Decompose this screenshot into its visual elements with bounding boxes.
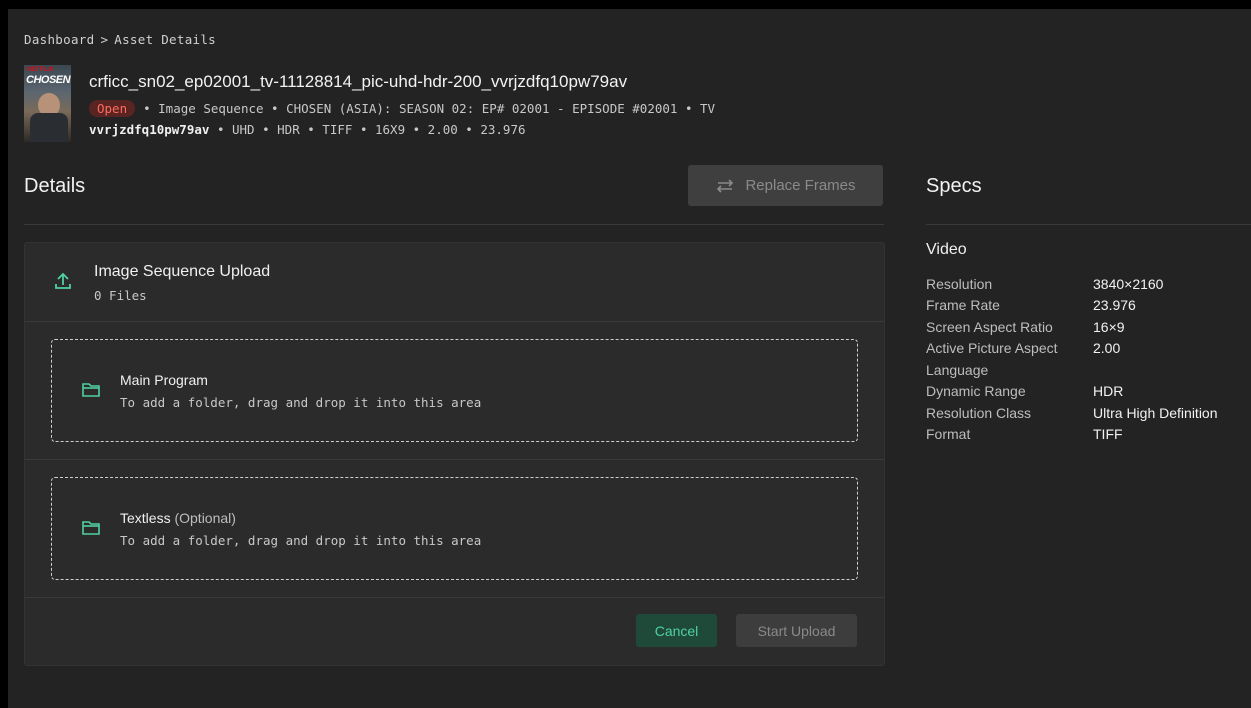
spec-label: Dynamic Range: [926, 383, 1026, 400]
spec-row-active-picture: Active Picture Aspect 2.00: [926, 338, 1218, 360]
spec-row-resolution: Resolution 3840×2160: [926, 273, 1218, 295]
app-window: Dashboard > Asset Details NETFLIX CHOSEN c…: [8, 9, 1251, 708]
textless-dropzone[interactable]: Textless (Optional) To add a folder, dra…: [51, 477, 858, 580]
spec-label: Active Picture Aspect: [926, 340, 1058, 357]
spec-value: TIFF: [1093, 426, 1123, 443]
poster-title: CHOSEN: [26, 74, 71, 86]
cancel-button[interactable]: Cancel: [636, 614, 717, 647]
spec-label: Language: [926, 361, 989, 378]
textless-title: Textless (Optional): [120, 510, 236, 526]
folder-icon: [82, 383, 100, 397]
specs-heading: Specs: [926, 175, 982, 197]
replace-frames-button[interactable]: Replace Frames: [688, 165, 883, 206]
spec-row-language: Language: [926, 359, 1218, 381]
main-program-dropzone[interactable]: Main Program To add a folder, drag and d…: [51, 339, 858, 442]
video-section-heading: Video: [926, 241, 967, 258]
upload-panel: Image Sequence Upload 0 Files Main Progr…: [24, 242, 885, 666]
spec-row-screen-aspect: Screen Aspect Ratio 16×9: [926, 316, 1218, 338]
main-program-hint: To add a folder, drag and drop it into t…: [120, 395, 482, 410]
spec-value: 16×9: [1093, 318, 1125, 335]
poster-figure-body: [30, 113, 68, 142]
upload-header: Image Sequence Upload 0 Files: [25, 243, 884, 322]
details-divider: [24, 224, 884, 225]
asset-poster: NETFLIX CHOSEN: [24, 65, 71, 142]
folder-icon: [82, 521, 100, 535]
spec-label: Resolution: [926, 275, 993, 292]
asset-id: vvrjzdfq10pw79av: [89, 122, 210, 137]
replace-frames-label: Replace Frames: [745, 177, 856, 194]
textless-hint: To add a folder, drag and drop it into t…: [120, 533, 482, 548]
specs-list: Resolution 3840×2160 Frame Rate 23.976 Scr…: [926, 273, 1218, 445]
breadcrumb: Dashboard > Asset Details: [24, 32, 222, 47]
spec-value: 2.00: [1093, 340, 1121, 357]
asset-meta-line-2: vvrjzdfq10pw79av • UHD • HDR • TIFF • 16…: [89, 122, 526, 137]
asset-meta-line-1: Open • Image Sequence • CHOSEN (ASIA): S…: [89, 100, 715, 117]
upload-icon: [55, 272, 71, 289]
spec-label: Frame Rate: [926, 297, 1000, 314]
breadcrumb-separator: >: [100, 32, 109, 47]
textless-section: Textless (Optional) To add a folder, dra…: [25, 460, 884, 598]
details-heading: Details: [24, 175, 86, 197]
swap-arrows-icon: [717, 178, 734, 193]
spec-row-frame-rate: Frame Rate 23.976: [926, 295, 1218, 317]
asset-meta-specs: • UHD • HDR • TIFF • 16X9 • 2.00 • 23.97…: [216, 122, 526, 137]
main-program-title: Main Program: [120, 372, 208, 388]
optional-label: (Optional): [174, 510, 236, 526]
status-badge: Open: [89, 100, 136, 117]
main-program-label: Main Program: [120, 372, 208, 388]
spec-value: HDR: [1093, 383, 1124, 400]
asset-title: crficc_sn02_ep02001_tv-11128814_pic-uhd-…: [89, 72, 628, 91]
spec-value: 23.976: [1093, 297, 1136, 314]
upload-file-count: 0 Files: [94, 288, 147, 303]
spec-row-format: Format TIFF: [926, 424, 1218, 446]
spec-value: Ultra High Definition: [1093, 404, 1218, 421]
main-program-section: Main Program To add a folder, drag and d…: [25, 322, 884, 460]
spec-value: 3840×2160: [1093, 275, 1164, 292]
spec-label: Screen Aspect Ratio: [926, 318, 1053, 335]
breadcrumb-current: Asset Details: [114, 32, 216, 47]
spec-label: Resolution Class: [926, 404, 1032, 421]
start-upload-button[interactable]: Start Upload: [736, 614, 857, 647]
textless-label: Textless: [120, 510, 171, 526]
spec-label: Format: [926, 426, 971, 443]
breadcrumb-dashboard[interactable]: Dashboard: [24, 32, 94, 47]
upload-title: Image Sequence Upload: [94, 263, 271, 280]
spec-row-dynamic-range: Dynamic Range HDR: [926, 381, 1218, 403]
spec-row-resolution-class: Resolution Class Ultra High Definition: [926, 402, 1218, 424]
specs-divider: [926, 224, 1251, 225]
poster-brand: NETFLIX: [27, 67, 54, 73]
asset-meta-text: • Image Sequence • CHOSEN (ASIA): SEASON…: [143, 101, 716, 116]
